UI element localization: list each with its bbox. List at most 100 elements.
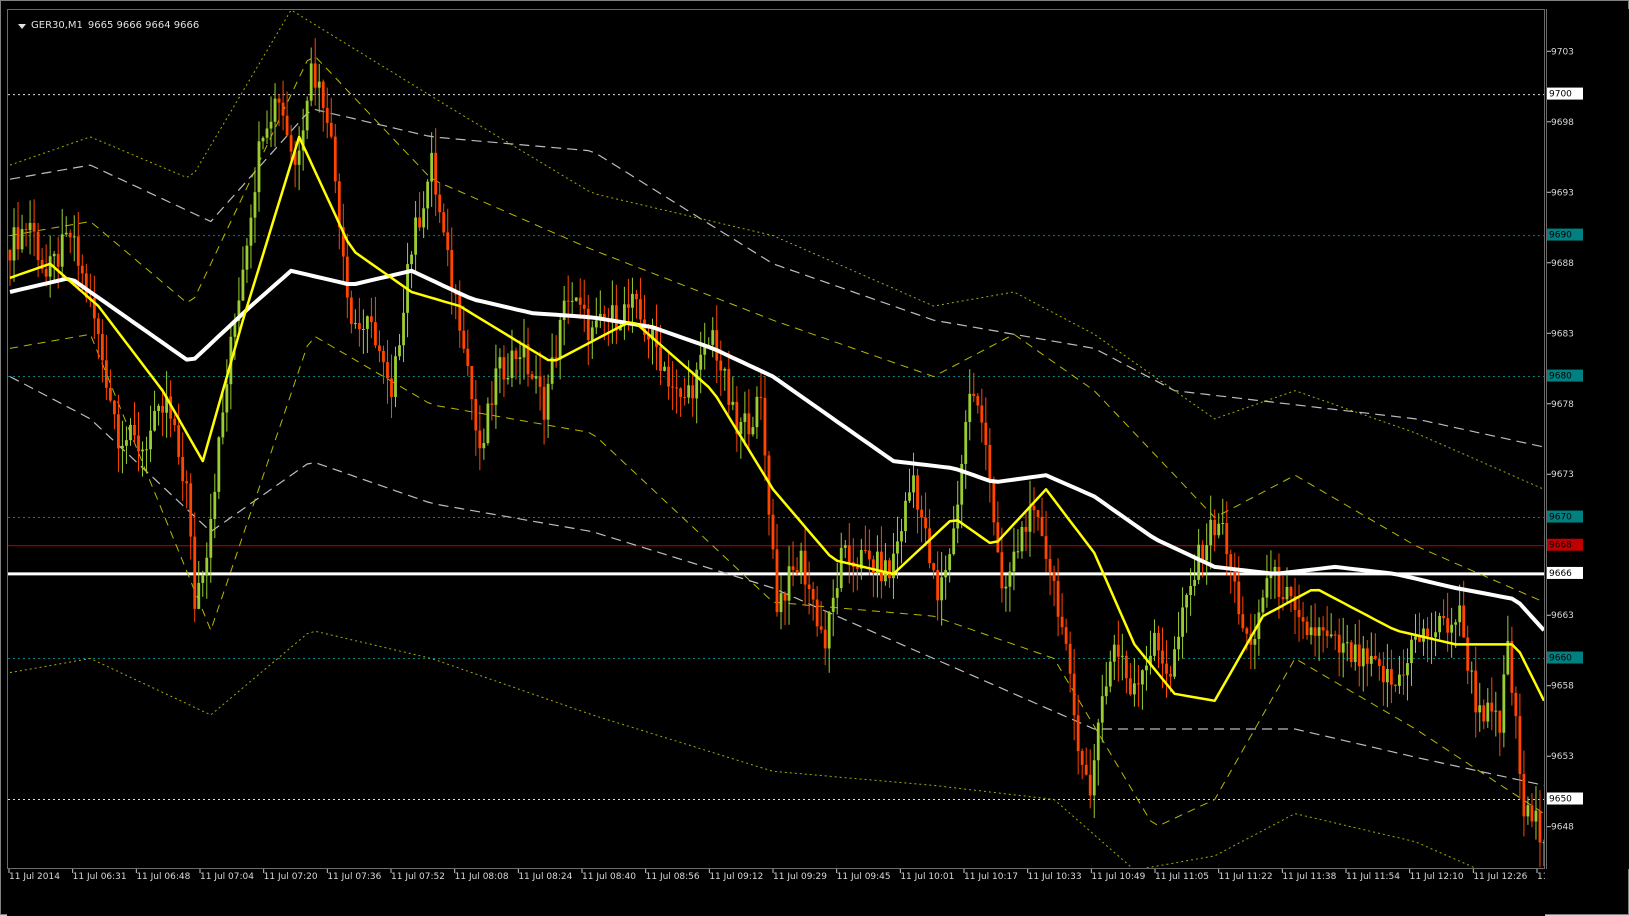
price-tick-label: 9693 (1551, 188, 1574, 198)
candle-body (566, 300, 570, 302)
candle-body (936, 570, 940, 601)
candle-body (1221, 522, 1225, 524)
candle-body (28, 222, 32, 231)
time-tick-label: 11 Jul 09:45 (837, 872, 891, 882)
candle-body (1542, 842, 1544, 844)
candle-body (133, 424, 136, 436)
candle-body (32, 222, 36, 232)
time-tick-label: 11 Jul 12:26 (1473, 872, 1527, 882)
time-tick-label: 11 Jul 07:36 (327, 872, 381, 882)
candle-body (1177, 636, 1180, 650)
candle-body (1313, 627, 1317, 636)
candle-body (956, 504, 960, 529)
candle-body (76, 236, 80, 266)
candle-body (1205, 545, 1209, 561)
chart-header: GER30,M1 9665 9666 9664 9666 (18, 20, 199, 32)
candle-body (518, 357, 522, 360)
candle-body (1474, 670, 1478, 713)
candle-body (474, 399, 478, 431)
candle-body (791, 566, 795, 570)
envelope-band-line (9, 630, 1477, 868)
candle-body (52, 253, 56, 257)
price-tick-label: 9648 (1551, 823, 1574, 833)
candle-body (687, 385, 691, 398)
candle-body (594, 320, 598, 328)
dropdown-triangle-icon[interactable] (18, 23, 26, 29)
candle-body (538, 376, 542, 387)
candle-body (1341, 643, 1345, 653)
time-tick-label: 11 Jul 06:31 (73, 872, 127, 882)
price-level-badge-label: 9650 (1549, 795, 1572, 805)
candle-body (64, 232, 68, 235)
candle-body (1189, 586, 1193, 596)
candle-body (249, 217, 253, 246)
candle-body (418, 217, 422, 228)
candle-body (394, 356, 397, 397)
price-level-badge-label: 9660 (1549, 654, 1572, 664)
candle-body (1534, 810, 1538, 822)
time-tick-label: 11 Jul 10:33 (1028, 872, 1082, 882)
candle-body (1365, 648, 1369, 664)
candle-body (1538, 810, 1542, 843)
candle-body (1337, 634, 1341, 653)
candle-body (297, 150, 301, 165)
chart-window: GER30,M1 9665 9666 9664 9666 9703 9698 969… (0, 0, 1629, 916)
candle-body (209, 518, 213, 558)
candle-body (20, 229, 24, 250)
price-level-badge-label: 9680 (1549, 372, 1572, 382)
candle-body (1145, 665, 1148, 671)
candle-body (357, 322, 361, 330)
candle-body (470, 366, 474, 400)
candle-body (1466, 637, 1470, 671)
price-scale[interactable]: 9703 9698 9693 9688 9683 9678 9673 9663 9658 9653… (1546, 9, 1629, 869)
candle-body (1064, 627, 1068, 644)
candle-body (1141, 670, 1144, 685)
candle-body (510, 350, 514, 378)
candle-body (1052, 572, 1056, 581)
candle-body (161, 405, 165, 413)
candle-body (1522, 774, 1526, 817)
candle-body (1458, 605, 1462, 623)
candle-body (1301, 617, 1305, 622)
time-tick-label: 11 Jul 11:54 (1346, 872, 1400, 882)
candle-body (141, 449, 144, 452)
candle-body (1056, 580, 1060, 617)
candle-body (1333, 634, 1337, 636)
candle-body (679, 388, 683, 398)
candle-body (44, 269, 48, 277)
candle-body (1024, 526, 1028, 532)
candle-body (494, 368, 498, 405)
candle-body (333, 136, 337, 182)
candle-body (145, 449, 148, 451)
candle-body (1209, 519, 1213, 546)
envelope-band-line (9, 108, 1544, 448)
candle-body (546, 383, 550, 420)
candle-body (984, 422, 988, 445)
candle-body (691, 385, 695, 399)
candle-body (60, 234, 64, 267)
candle-body (1265, 578, 1269, 598)
candle-body (659, 346, 662, 371)
candle-body (96, 318, 100, 334)
candle-body (117, 414, 120, 449)
candle-body (450, 249, 454, 291)
candle-body (843, 545, 847, 548)
candle-body (992, 479, 996, 523)
candle-body (261, 137, 265, 142)
candle-body (699, 354, 703, 370)
candle-body (1357, 644, 1361, 667)
candle-body (1112, 644, 1116, 662)
candle-body (173, 418, 177, 426)
candle-body (1361, 648, 1365, 667)
candle-body (779, 593, 783, 613)
time-scale[interactable]: 11 Jul 2014 11 Jul 06:31 11 Jul 06:48 11 Ju… (7, 869, 1545, 916)
candle-body (1237, 581, 1241, 615)
candle-body (1137, 683, 1140, 685)
candle-body (113, 400, 116, 415)
chart-plot-area[interactable]: GER30,M1 9665 9666 9664 9666 (7, 9, 1545, 869)
candle-body (217, 437, 221, 492)
candle-body (1450, 624, 1454, 633)
candle-body (177, 425, 181, 457)
candle-body (1297, 609, 1301, 618)
candle-body (458, 294, 462, 331)
